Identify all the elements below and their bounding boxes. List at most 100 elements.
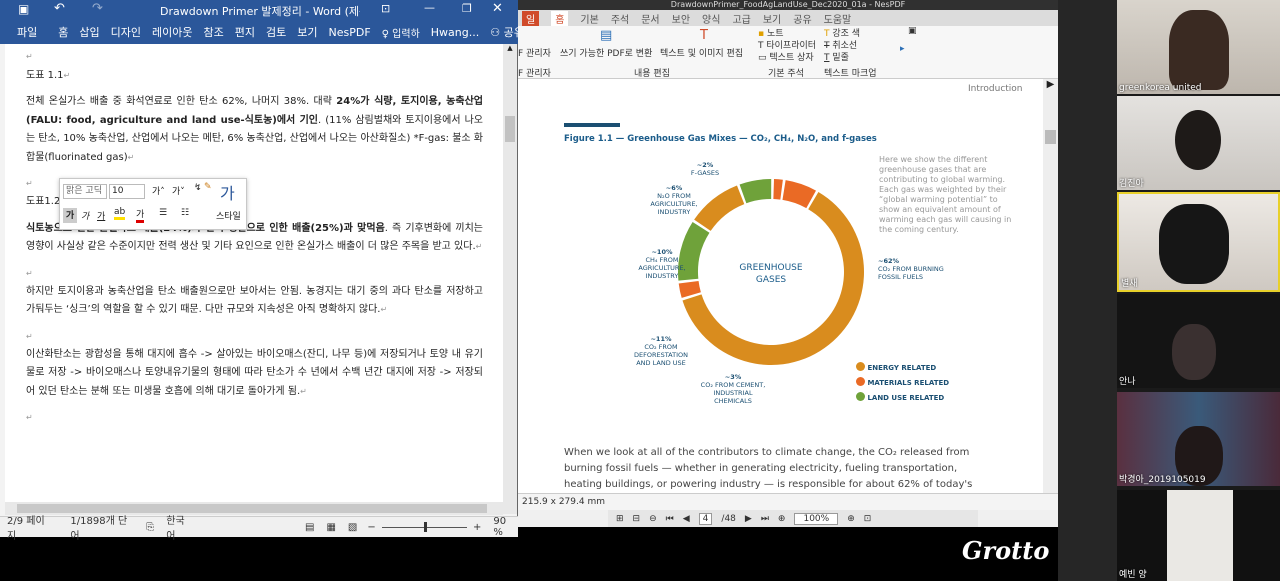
- tab-insert[interactable]: 삽입: [79, 24, 99, 40]
- textbox-button[interactable]: ▭ 텍스트 상자: [758, 50, 814, 63]
- zoom-level[interactable]: 90 %: [493, 516, 518, 538]
- fit-width-icon[interactable]: ⊟: [633, 514, 641, 524]
- undo-icon[interactable]: ↶: [54, 1, 65, 16]
- tab-view-pdf[interactable]: 보기: [763, 11, 781, 26]
- underline-button[interactable]: T 밑줄: [824, 50, 849, 63]
- font-color-icon[interactable]: 가: [136, 207, 145, 223]
- edit-text-image-button[interactable]: 텍스트 및 이미지 편집: [660, 46, 743, 59]
- ribbon-display-icon[interactable]: ⊡: [381, 2, 390, 15]
- close-icon[interactable]: ✕: [492, 1, 503, 16]
- tab-advanced[interactable]: 고급: [732, 11, 750, 26]
- restore-icon[interactable]: ❐: [462, 2, 472, 15]
- pdf-scroll-thumb[interactable]: [1045, 130, 1056, 144]
- scroll-thumb[interactable]: [505, 116, 515, 142]
- legend-energy: ENERGY RELATED: [856, 361, 949, 376]
- tab-forms[interactable]: 양식: [702, 11, 720, 26]
- tab-nespdf[interactable]: NesPDF: [328, 26, 370, 39]
- ribbon-scroll-icon[interactable]: ▸: [900, 44, 905, 54]
- tab-home-pdf[interactable]: 홈: [551, 10, 569, 26]
- bullets-icon[interactable]: ☰: [159, 208, 167, 218]
- tab-annotate[interactable]: 주석: [611, 11, 629, 26]
- italic-icon[interactable]: 가: [81, 209, 89, 222]
- word-document-page[interactable]: ↵ 도표 1.1↵ 전체 온실가스 배출 중 화석연료로 인한 탄소 62%, …: [5, 44, 503, 502]
- scroll-up-icon[interactable]: ▲: [503, 44, 517, 56]
- next-page-icon[interactable]: ▶: [745, 514, 752, 524]
- save-icon[interactable]: ▣: [18, 2, 29, 16]
- donut-slice: [694, 185, 745, 231]
- participant-tile[interactable]: 예빈 양: [1117, 490, 1280, 581]
- clear-format-icon[interactable]: ↯: [194, 183, 202, 193]
- tab-view[interactable]: 보기: [297, 24, 317, 40]
- ribbon-extra-icon[interactable]: ▣: [908, 26, 917, 36]
- styles-icon[interactable]: 가: [220, 180, 235, 204]
- first-page-icon[interactable]: ⏮: [666, 514, 674, 524]
- participant-tile-active[interactable]: 별새: [1117, 192, 1280, 292]
- tab-mailings[interactable]: 편지: [235, 24, 255, 40]
- group-basic-annot: 기본 주석: [768, 69, 804, 79]
- tab-security[interactable]: 보안: [672, 11, 690, 26]
- highlight-icon[interactable]: ab: [114, 207, 126, 220]
- legend-swatch: [856, 392, 865, 401]
- tab-share[interactable]: 공유: [793, 11, 811, 26]
- slice-label: AGRICULTURE,: [638, 264, 685, 272]
- tab-home[interactable]: 홈: [58, 24, 68, 40]
- zoom-out-pdf-icon[interactable]: ⊖: [649, 514, 657, 524]
- tab-help[interactable]: 도움말: [824, 11, 852, 26]
- convert-writable-button[interactable]: 쓰기 가능한 PDF로 변환: [560, 46, 652, 59]
- print-layout-icon[interactable]: ▦: [326, 522, 335, 533]
- vertical-scrollbar[interactable]: ▲: [503, 44, 517, 514]
- fit-icon[interactable]: ⊡: [864, 514, 872, 524]
- participant-tile[interactable]: 김진아: [1117, 96, 1280, 190]
- zoom-in-icon[interactable]: +: [473, 522, 481, 533]
- page-count[interactable]: 2/9 페이지: [7, 512, 52, 542]
- figure-caption-1-1: 도표 1.1↵: [26, 69, 71, 81]
- search-box[interactable]: ♀ 입력하: [382, 25, 420, 40]
- bold-icon[interactable]: 가: [63, 208, 77, 223]
- page-number-input[interactable]: 4: [698, 512, 713, 525]
- grow-font-icon[interactable]: 가˄: [152, 184, 165, 197]
- tab-design[interactable]: 디자인: [111, 24, 141, 40]
- fit-page-icon[interactable]: ⊞: [616, 514, 624, 524]
- zoom-in-pdf-icon[interactable]: ⊕: [778, 514, 786, 524]
- numbering-icon[interactable]: ☷: [181, 208, 189, 218]
- zoom-slider[interactable]: [381, 521, 467, 532]
- zoom-plus-icon[interactable]: ⊕: [847, 514, 855, 524]
- pdf-scrollbar[interactable]: ▶: [1043, 79, 1058, 493]
- redo-icon[interactable]: ↷: [92, 1, 103, 16]
- shrink-font-icon[interactable]: 가˅: [172, 184, 185, 197]
- participant-tile[interactable]: 박경아_2019105019: [1117, 392, 1280, 486]
- scroll-right-icon[interactable]: ▶: [1043, 79, 1058, 90]
- prev-page-icon[interactable]: ◀: [683, 514, 690, 524]
- form-manager-button[interactable]: F 관리자: [518, 46, 551, 59]
- tab-review[interactable]: 검토: [266, 24, 286, 40]
- minimize-icon[interactable]: —: [424, 1, 435, 14]
- web-layout-icon[interactable]: ▧: [348, 522, 357, 533]
- slice-label: CH₄ FROM: [645, 256, 678, 264]
- tab-file[interactable]: 파일: [17, 24, 37, 40]
- participant-tile[interactable]: greenkorea united: [1117, 0, 1280, 94]
- tab-document[interactable]: 문서: [641, 11, 659, 26]
- pdf-page-view[interactable]: Introduction Figure 1.1 — Greenhouse Gas…: [518, 79, 1043, 493]
- desktop-background: [1058, 0, 1117, 581]
- last-page-icon[interactable]: ⏭: [761, 514, 769, 524]
- word-count[interactable]: 1/1898개 단어: [70, 512, 134, 542]
- tab-references[interactable]: 참조: [203, 24, 223, 40]
- word-window-title: Drawdown Primer 발제정리 - Word (제품...: [160, 5, 360, 18]
- font-name-select[interactable]: 맑은 고딕: [63, 184, 107, 199]
- format-painter-icon[interactable]: ✎: [204, 182, 212, 192]
- donut-center-label: GREENHOUSE: [739, 263, 802, 273]
- font-size-select[interactable]: 10: [109, 184, 145, 199]
- proofing-icon[interactable]: ⎘: [146, 522, 154, 533]
- zoom-out-icon[interactable]: −: [367, 522, 375, 533]
- participant-tile[interactable]: 안나: [1117, 294, 1280, 388]
- styles-label[interactable]: 스타일: [216, 209, 241, 222]
- zoom-level-input[interactable]: 100%: [794, 512, 839, 525]
- language[interactable]: 한국어: [166, 512, 193, 542]
- tab-basic[interactable]: 기본: [580, 11, 598, 26]
- user-name[interactable]: Hwang...: [431, 26, 479, 39]
- tab-file-pdf[interactable]: 일: [522, 10, 540, 26]
- form-manager-button-2[interactable]: F 관리자: [518, 66, 551, 79]
- read-mode-icon[interactable]: ▤: [305, 522, 314, 533]
- underline-icon[interactable]: 가: [97, 209, 105, 222]
- tab-layout[interactable]: 레이아웃: [152, 24, 192, 40]
